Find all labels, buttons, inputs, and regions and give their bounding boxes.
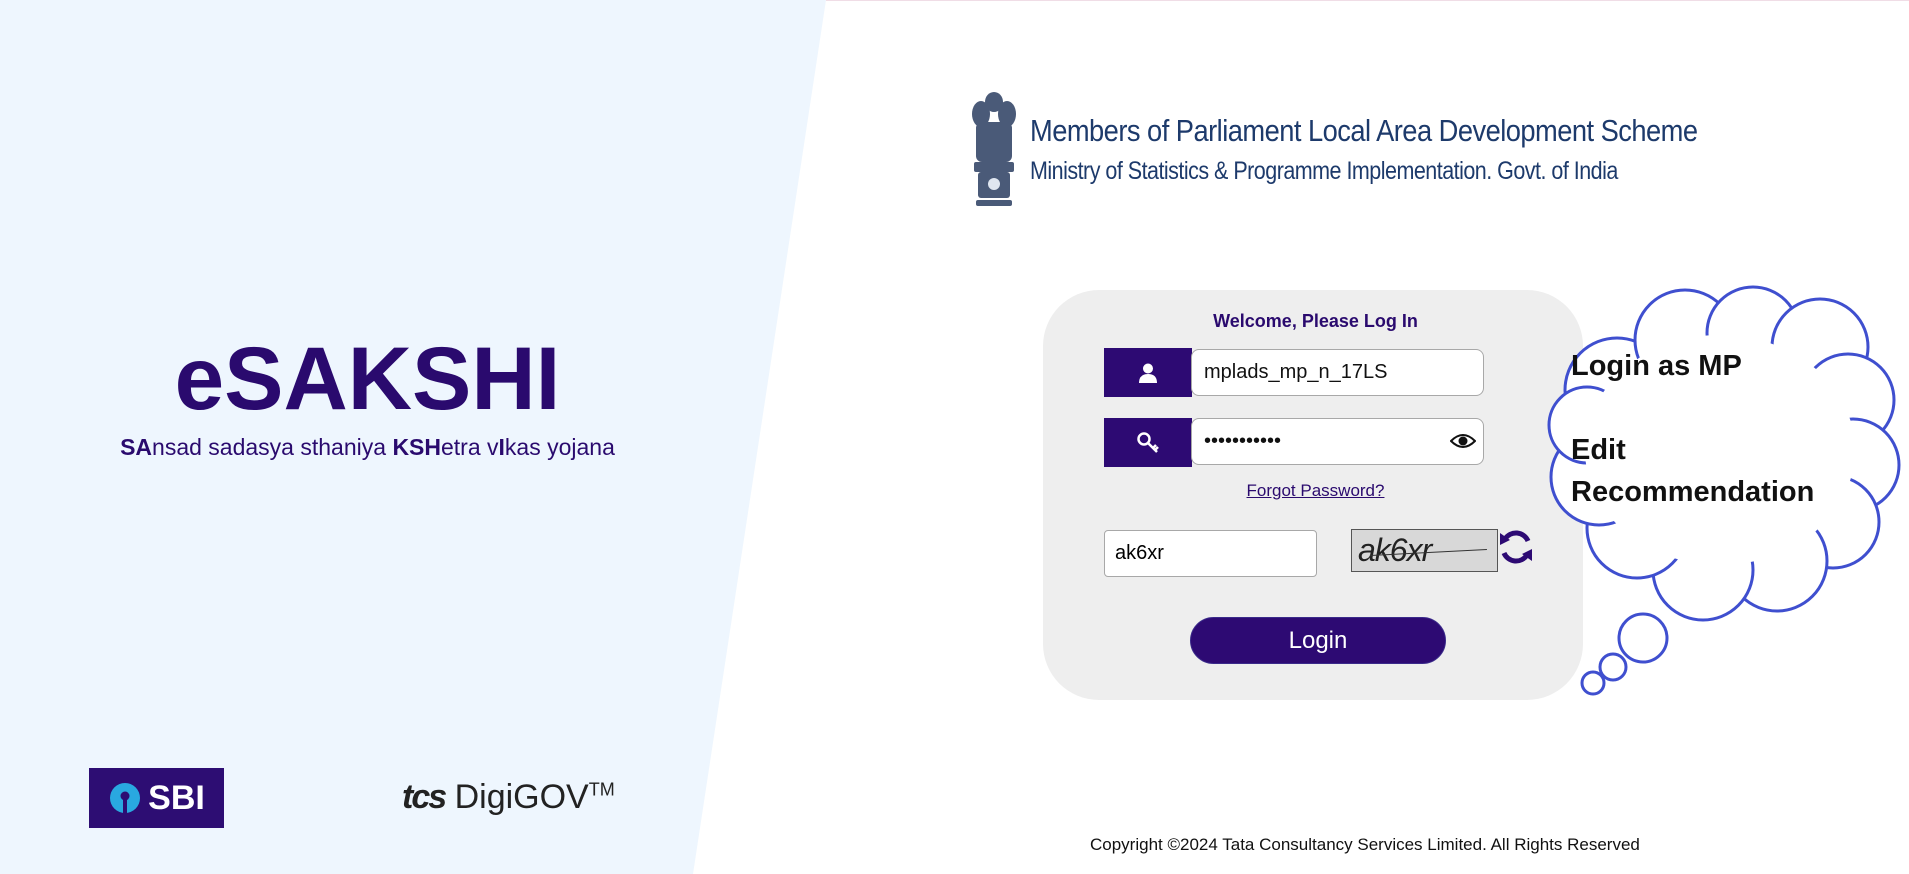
password-input[interactable] [1191,418,1484,465]
eye-icon[interactable] [1450,431,1476,451]
captcha-image: ak6xr [1351,529,1498,572]
copyright-footer: Copyright ©2024 Tata Consultancy Service… [1090,835,1640,854]
sbi-keyhole-icon [110,783,141,813]
sbi-logo: SBI [89,768,224,828]
top-divider [826,0,1909,1]
key-icon [1137,431,1159,453]
tcs-prefix: tcs [402,778,447,816]
password-icon-box [1104,418,1192,467]
captcha-image-text: ak6xr [1358,532,1432,568]
captcha-input[interactable] [1104,530,1317,577]
ministry-subtitle: Ministry of Statistics & Programme Imple… [1030,157,1618,185]
trademark-mark: TM [588,779,615,800]
scheme-title: Members of Parliament Local Area Develop… [1030,113,1698,148]
callout-line-2: Edit [1571,434,1626,466]
callout-text: Login as MP Edit Recommendation [1571,345,1814,513]
callout-line-3: Recommendation [1571,476,1815,508]
login-heading: Welcome, Please Log In [1213,311,1418,331]
username-icon-box [1104,348,1192,397]
forgot-password-link[interactable]: Forgot Password? [1043,481,1588,501]
sbi-logo-text: SBI [148,778,205,817]
app-subtitle: SAnsad sadasya sthaniya KSHetra vIkas yo… [120,434,615,460]
emblem-icon [972,92,1016,206]
app-title: eSAKSHI [174,328,561,428]
callout-line-1: Login as MP [1571,350,1742,382]
tcs-product-name: DigiGOV [454,778,589,816]
callout-spacer [1571,387,1814,429]
user-icon [1139,363,1157,383]
tcs-digigov-logo: tcs DigiGOVTM [402,778,615,817]
username-input[interactable] [1191,349,1484,396]
login-button[interactable]: Login [1190,617,1446,664]
